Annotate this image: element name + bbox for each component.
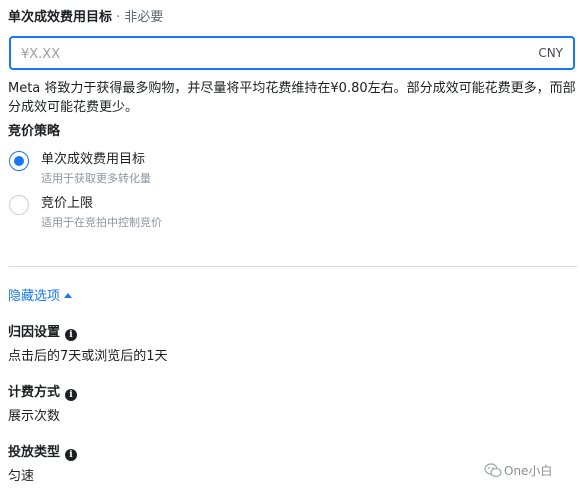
info-icon[interactable]: i bbox=[65, 449, 78, 461]
hide-options-label: 隐藏选项 bbox=[8, 289, 61, 304]
billing-setting-value: 展示次数 bbox=[8, 409, 61, 424]
info-icon[interactable]: i bbox=[65, 389, 78, 401]
bid-option-bid-cap[interactable]: 竞价上限 适用于在竞拍中控制竞价 bbox=[9, 191, 309, 231]
bid-strategy-title: 竞价策略 bbox=[8, 124, 61, 139]
cost-goal-help-text: Meta 将致力于获得最多购物，并尽量将平均花费维持在¥0.80左右。部分成效可… bbox=[8, 81, 576, 115]
bid-option-label: 单次成效费用目标 bbox=[41, 152, 146, 167]
attribution-setting-title: 归因设置 i bbox=[8, 321, 78, 341]
wechat-icon bbox=[484, 463, 502, 478]
bid-option-description: 适用于获取更多转化量 bbox=[41, 172, 151, 185]
caret-up-icon bbox=[64, 293, 73, 298]
watermark: One小白 bbox=[484, 462, 552, 479]
delivery-setting-value: 匀速 bbox=[8, 469, 35, 484]
bid-option-description: 适用于在竞拍中控制竞价 bbox=[41, 216, 162, 229]
optional-tag: · 非必要 bbox=[112, 10, 164, 25]
hide-options-toggle[interactable]: 隐藏选项 bbox=[8, 285, 73, 304]
cost-goal-label-text: 单次成效费用目标 bbox=[8, 10, 113, 25]
currency-label: CNY bbox=[538, 46, 563, 60]
attribution-title-text: 归因设置 bbox=[8, 325, 61, 340]
radio-selected[interactable] bbox=[9, 151, 29, 171]
radio-unselected[interactable] bbox=[9, 195, 29, 215]
cost-goal-field[interactable]: CNY bbox=[9, 36, 575, 70]
info-icon[interactable]: i bbox=[65, 329, 78, 341]
delivery-title-text: 投放类型 bbox=[8, 445, 61, 460]
ad-set-budget-panel: 单次成效费用目标 · 非必要 CNY Meta 将致力于获得最多购物，并尽量将平… bbox=[0, 0, 580, 499]
bid-option-cost-goal[interactable]: 单次成效费用目标 适用于获取更多转化量 bbox=[9, 147, 309, 187]
billing-title-text: 计费方式 bbox=[8, 385, 61, 400]
bid-option-label: 竞价上限 bbox=[41, 196, 94, 211]
watermark-text: One小白 bbox=[504, 464, 553, 478]
attribution-setting-value: 点击后的7天或浏览后的1天 bbox=[8, 349, 168, 364]
cost-goal-label: 单次成效费用目标 · 非必要 bbox=[8, 6, 163, 25]
cost-goal-input[interactable] bbox=[21, 43, 501, 65]
billing-setting-title: 计费方式 i bbox=[8, 381, 78, 401]
delivery-setting-title: 投放类型 i bbox=[8, 441, 78, 461]
section-divider bbox=[9, 266, 577, 267]
